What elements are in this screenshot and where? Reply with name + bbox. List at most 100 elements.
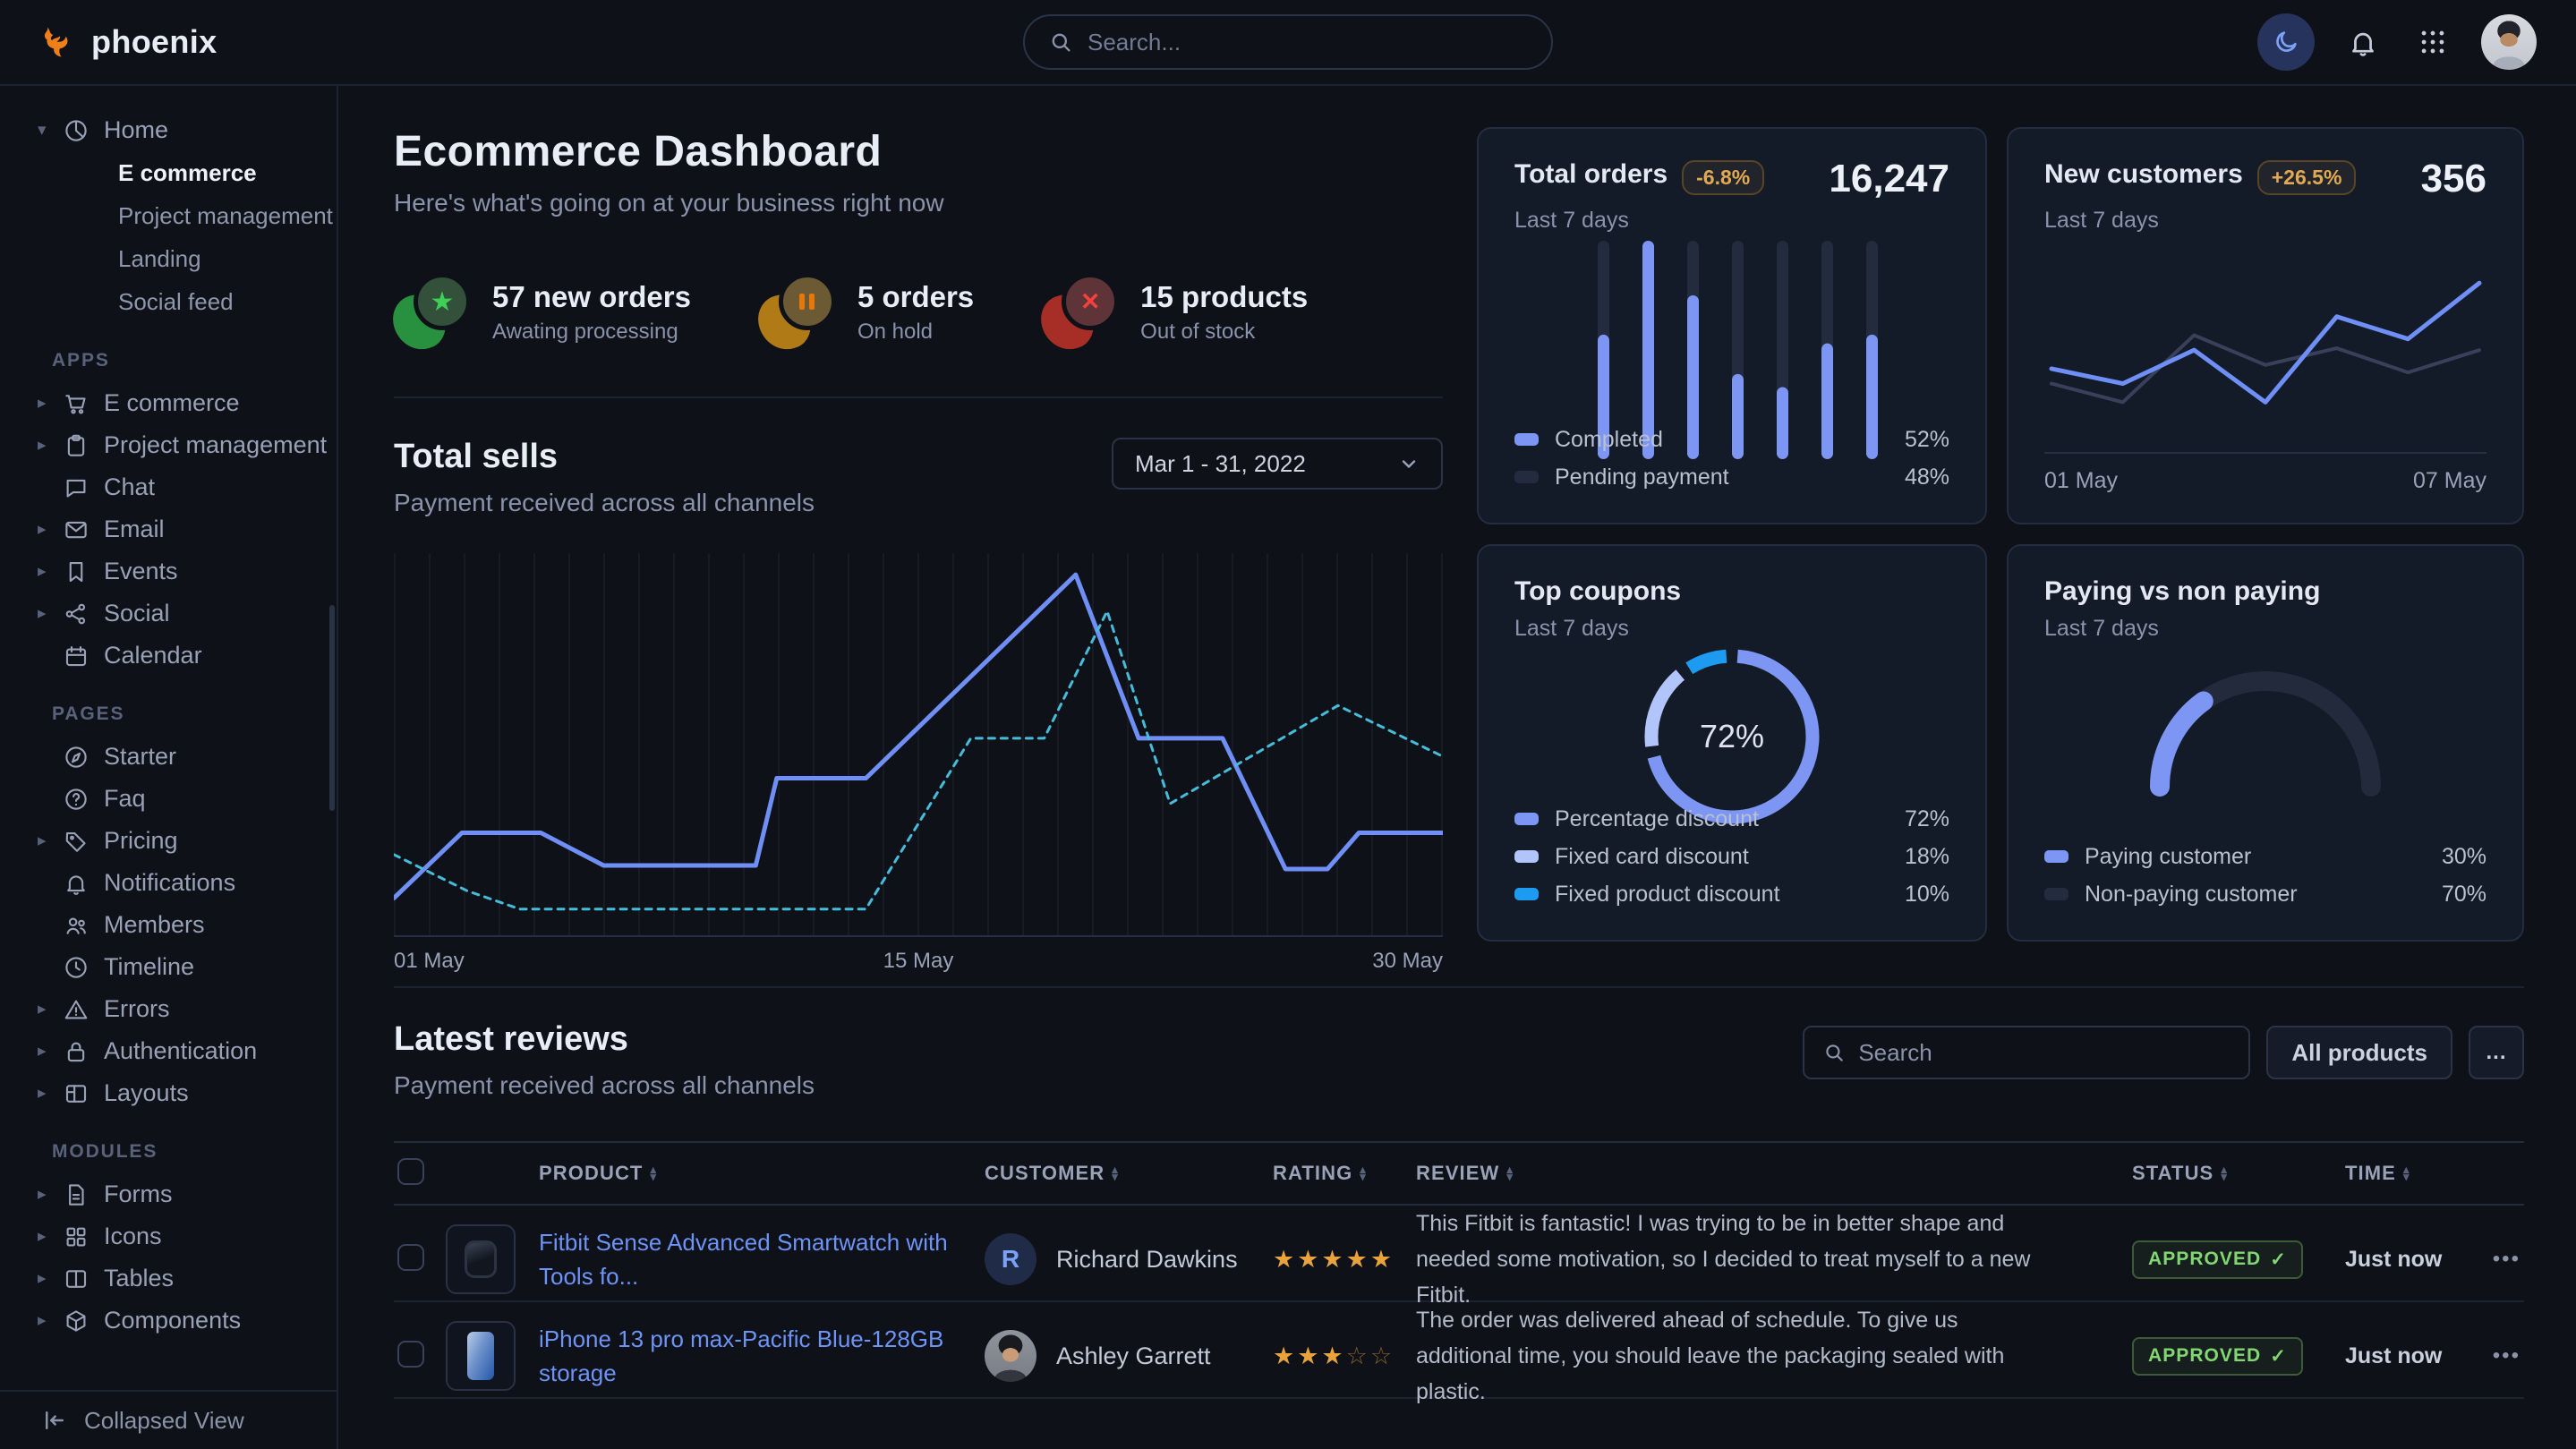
sidebar-item-label: Chat	[104, 473, 155, 501]
sidebar-item-project-management[interactable]: ▸Project management	[0, 424, 337, 466]
row-actions-button[interactable]: •••	[2493, 1343, 2521, 1368]
rating-stars: ★★★☆☆	[1273, 1342, 1395, 1369]
row-actions-button[interactable]: •••	[2493, 1247, 2521, 1271]
legend-swatch	[1514, 888, 1539, 900]
search-icon	[1048, 30, 1073, 55]
sidebar-section-label: APPS	[0, 323, 337, 382]
chevron-down-icon	[1398, 453, 1420, 474]
total-sells-subtitle: Payment received across all channels	[394, 489, 815, 517]
product-image[interactable]	[446, 1224, 516, 1294]
sidebar-item-e-commerce[interactable]: ▸E commerce	[0, 382, 337, 424]
column-label: RATING	[1273, 1162, 1352, 1185]
sidebar-item-members[interactable]: Members	[0, 904, 337, 946]
legend-row: Fixed product discount 10%	[1514, 875, 1949, 913]
column-header-customer[interactable]: CUSTOMER▴▾	[985, 1162, 1273, 1185]
latest-reviews-section: Latest reviews Payment received across a…	[394, 1020, 2524, 1449]
stat-item: ✕15 productsOut of stock	[1042, 273, 1308, 352]
notifications-button[interactable]	[2341, 21, 2384, 64]
legend-swatch	[2044, 888, 2068, 900]
donut-center-label: 72%	[1700, 718, 1764, 755]
sidebar-section-label: MODULES	[0, 1114, 337, 1173]
collapsed-view-toggle[interactable]: Collapsed View	[0, 1390, 337, 1449]
sidebar-item-components[interactable]: ▸Components	[0, 1300, 337, 1342]
stat-item: 5 ordersOn hold	[759, 273, 974, 352]
more-options-button[interactable]: ...	[2469, 1026, 2524, 1079]
navbar-search[interactable]	[1023, 14, 1553, 70]
all-products-button[interactable]: All products	[2266, 1026, 2452, 1079]
user-avatar[interactable]	[2481, 14, 2537, 70]
product-image[interactable]	[446, 1321, 516, 1391]
check-icon: ✓	[2270, 1345, 2287, 1368]
reviews-search-input[interactable]	[1858, 1039, 2231, 1067]
theme-toggle-button[interactable]	[2257, 13, 2315, 71]
sidebar-item-label: Starter	[104, 743, 176, 771]
apps-menu-button[interactable]	[2411, 21, 2454, 64]
sidebar-item-events[interactable]: ▸Events	[0, 550, 337, 592]
logo[interactable]: phoenix	[39, 22, 218, 62]
sidebar-item-label: Email	[104, 516, 165, 543]
row-checkbox[interactable]	[397, 1244, 424, 1271]
legend-row: Non-paying customer70%	[2044, 875, 2486, 913]
sidebar-scrollbar[interactable]	[329, 605, 335, 811]
search-icon	[1822, 1041, 1846, 1064]
delta-badge: -6.8%	[1682, 160, 1764, 195]
reviews-subtitle: Payment received across all channels	[394, 1071, 815, 1100]
product-link[interactable]: Fitbit Sense Advanced Smartwatch with To…	[539, 1229, 948, 1290]
card-title: Top coupons	[1514, 576, 1681, 607]
sidebar-item-icons[interactable]: ▸Icons	[0, 1215, 337, 1257]
paying-vs-nonpaying-card: Paying vs non paying Last 7 days Paying …	[2007, 544, 2524, 942]
sidebar-subitem-social-feed[interactable]: Social feed	[0, 280, 337, 323]
sidebar-item-chat[interactable]: Chat	[0, 466, 337, 508]
column-header-rating[interactable]: RATING▴▾	[1273, 1162, 1416, 1185]
paying-gauge-chart	[2044, 642, 2486, 811]
sidebar-item-authentication[interactable]: ▸Authentication	[0, 1030, 337, 1072]
legend-label: Fixed product discount	[1555, 882, 1780, 908]
sidebar-item-notifications[interactable]: Notifications	[0, 862, 337, 904]
row-checkbox[interactable]	[397, 1341, 424, 1368]
navbar-search-input[interactable]	[1088, 29, 1528, 56]
select-all-checkbox[interactable]	[397, 1158, 424, 1185]
sidebar-item-layouts[interactable]: ▸Layouts	[0, 1072, 337, 1114]
sidebar-item-social[interactable]: ▸Social	[0, 592, 337, 635]
sidebar-item-label: E commerce	[104, 389, 240, 417]
caret-right-icon: ▸	[38, 1226, 63, 1247]
legend-label: Completed	[1555, 427, 1663, 453]
column-header-time[interactable]: TIME▴▾	[2345, 1162, 2476, 1185]
sidebar-item-pricing[interactable]: ▸Pricing	[0, 820, 337, 862]
sidebar-subitem-landing[interactable]: Landing	[0, 237, 337, 280]
card-title: Total orders	[1514, 159, 1668, 190]
sidebar-item-label: Events	[104, 558, 178, 585]
sidebar-item-forms[interactable]: ▸Forms	[0, 1173, 337, 1215]
sidebar-item-calendar[interactable]: Calendar	[0, 635, 337, 677]
legend-value: 10%	[1905, 882, 1949, 908]
reviews-search[interactable]	[1803, 1026, 2250, 1079]
sidebar-item-tables[interactable]: ▸Tables	[0, 1257, 337, 1300]
legend-value: 30%	[2442, 844, 2486, 870]
sidebar-item-timeline[interactable]: Timeline	[0, 946, 337, 988]
sidebar-item-email[interactable]: ▸Email	[0, 508, 337, 550]
column-header-product[interactable]: PRODUCT▴▾	[539, 1162, 985, 1185]
card-period: Last 7 days	[2044, 616, 2486, 642]
legend-row: Pending payment48%	[1514, 458, 1949, 496]
sidebar-item-label: Calendar	[104, 642, 202, 669]
sidebar-item-faq[interactable]: Faq	[0, 778, 337, 820]
sidebar-subitem-project-management[interactable]: Project management	[0, 194, 337, 237]
sidebar-subitem-e-commerce[interactable]: E commerce	[0, 151, 337, 194]
reviews-title: Latest reviews	[394, 1020, 815, 1059]
stat-blob-icon	[759, 273, 838, 352]
sidebar-nav: ▾HomeE commerceProject managementLanding…	[0, 86, 337, 1390]
caret-right-icon: ▸	[38, 1184, 63, 1205]
product-link[interactable]: iPhone 13 pro max-Pacific Blue-128GB sto…	[539, 1325, 943, 1386]
column-header-review[interactable]: REVIEW▴▾	[1416, 1162, 2132, 1185]
column-header-status[interactable]: STATUS▴▾	[2132, 1162, 2345, 1185]
axis-label: 30 May	[1372, 949, 1443, 974]
sidebar-item-errors[interactable]: ▸Errors	[0, 988, 337, 1030]
total-sells-title: Total sells	[394, 438, 815, 476]
legend-value: 70%	[2442, 882, 2486, 908]
stat-blob-icon: ★	[394, 273, 473, 352]
sidebar-item-home[interactable]: ▾Home	[0, 109, 337, 151]
sidebar-item-starter[interactable]: Starter	[0, 736, 337, 778]
status-label: APPROVED	[2148, 1345, 2261, 1367]
star-icon: ★	[431, 286, 455, 318]
date-range-select[interactable]: Mar 1 - 31, 2022	[1112, 438, 1443, 490]
